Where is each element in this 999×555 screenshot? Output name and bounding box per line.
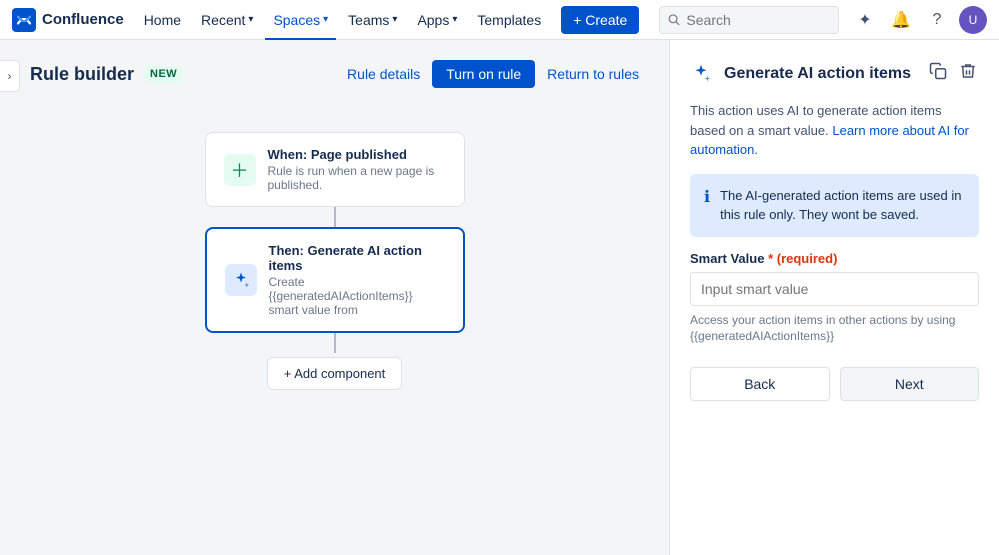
action-ai-icon bbox=[225, 264, 257, 296]
copy-icon bbox=[929, 62, 947, 80]
bell-icon[interactable]: 🔔 bbox=[887, 6, 915, 34]
header-actions: Rule details Turn on rule Return to rule… bbox=[347, 60, 639, 88]
nav-templates[interactable]: Templates bbox=[469, 0, 549, 40]
chevron-down-icon: ▾ bbox=[392, 14, 397, 25]
info-text: The AI-generated action items are used i… bbox=[720, 186, 965, 225]
ai-sparkle-icon bbox=[690, 62, 714, 86]
chevron-down-icon: ▾ bbox=[323, 14, 328, 25]
search-input[interactable] bbox=[686, 12, 830, 28]
panel-header: Generate AI action items bbox=[690, 60, 979, 87]
panel-title: Generate AI action items bbox=[724, 65, 917, 83]
nav-apps[interactable]: Apps ▾ bbox=[409, 0, 465, 40]
trigger-card[interactable]: ＋ When: Page published Rule is run when … bbox=[205, 132, 465, 207]
chevron-down-icon: ▾ bbox=[452, 14, 457, 25]
page-title: Rule builder bbox=[30, 64, 134, 85]
trigger-card-subtitle: Rule is run when a new page is published… bbox=[268, 164, 446, 192]
info-box: ℹ The AI-generated action items are used… bbox=[690, 174, 979, 237]
action-card-title: Then: Generate AI action items bbox=[269, 243, 445, 273]
nav-recent[interactable]: Recent ▾ bbox=[193, 0, 261, 40]
action-card-subtitle: Create {{generatedAIActionItems}} smart … bbox=[269, 275, 445, 317]
search-icon bbox=[668, 13, 680, 27]
trigger-icon: ＋ bbox=[224, 154, 256, 186]
star-icon[interactable]: ✦ bbox=[851, 6, 879, 34]
create-button[interactable]: + Create bbox=[561, 6, 639, 34]
top-navigation: Confluence Home Recent ▾ Spaces ▾ Teams … bbox=[0, 0, 999, 40]
nav-home[interactable]: Home bbox=[136, 0, 189, 40]
rule-canvas: ＋ When: Page published Rule is run when … bbox=[30, 112, 639, 390]
nav-right-icons: ✦ 🔔 ? U bbox=[851, 6, 987, 34]
panel-footer: Back Next bbox=[690, 367, 979, 401]
trigger-card-content: When: Page published Rule is run when a … bbox=[268, 147, 446, 192]
panel-description: This action uses AI to generate action i… bbox=[690, 101, 979, 160]
chevron-down-icon: ▾ bbox=[248, 14, 253, 25]
rule-details-button[interactable]: Rule details bbox=[347, 66, 420, 82]
search-box[interactable] bbox=[659, 6, 839, 34]
avatar[interactable]: U bbox=[959, 6, 987, 34]
back-button[interactable]: Back bbox=[690, 367, 830, 401]
field-hint: Access your action items in other action… bbox=[690, 312, 979, 346]
right-panel: Generate AI action items bbox=[669, 40, 999, 555]
nav-spaces[interactable]: Spaces ▾ bbox=[265, 0, 336, 40]
info-icon: ℹ bbox=[704, 187, 710, 207]
nav-teams[interactable]: Teams ▾ bbox=[340, 0, 405, 40]
required-marker: * (required) bbox=[768, 251, 837, 266]
smart-value-input[interactable] bbox=[690, 272, 979, 306]
delete-icon-button[interactable] bbox=[957, 60, 979, 87]
trash-icon bbox=[959, 62, 977, 80]
logo[interactable]: Confluence bbox=[12, 8, 124, 32]
panel-action-buttons bbox=[927, 60, 979, 87]
return-to-rules-button[interactable]: Return to rules bbox=[547, 66, 639, 82]
connector-line bbox=[334, 207, 336, 227]
main-layout: › Rule builder NEW Rule details Turn on … bbox=[0, 40, 999, 555]
page-title-area: Rule builder NEW bbox=[30, 64, 183, 85]
content-area: Rule builder NEW Rule details Turn on ru… bbox=[0, 40, 669, 555]
help-icon[interactable]: ? bbox=[923, 6, 951, 34]
connector-line-2 bbox=[334, 333, 336, 353]
smart-value-field: Smart Value * (required) Access your act… bbox=[690, 251, 979, 346]
action-card-content: Then: Generate AI action items Create {{… bbox=[269, 243, 445, 317]
copy-icon-button[interactable] bbox=[927, 60, 949, 87]
page-header: Rule builder NEW Rule details Turn on ru… bbox=[30, 60, 639, 88]
add-component-button[interactable]: + Add component bbox=[267, 357, 403, 390]
sidebar-toggle-button[interactable]: › bbox=[0, 60, 20, 92]
next-button[interactable]: Next bbox=[840, 367, 980, 401]
logo-text: Confluence bbox=[42, 11, 124, 28]
field-label: Smart Value * (required) bbox=[690, 251, 979, 266]
trigger-card-title: When: Page published bbox=[268, 147, 446, 162]
new-badge: NEW bbox=[144, 66, 183, 82]
action-card[interactable]: Then: Generate AI action items Create {{… bbox=[205, 227, 465, 333]
turn-on-rule-button[interactable]: Turn on rule bbox=[432, 60, 535, 88]
confluence-logo-icon bbox=[12, 8, 36, 32]
